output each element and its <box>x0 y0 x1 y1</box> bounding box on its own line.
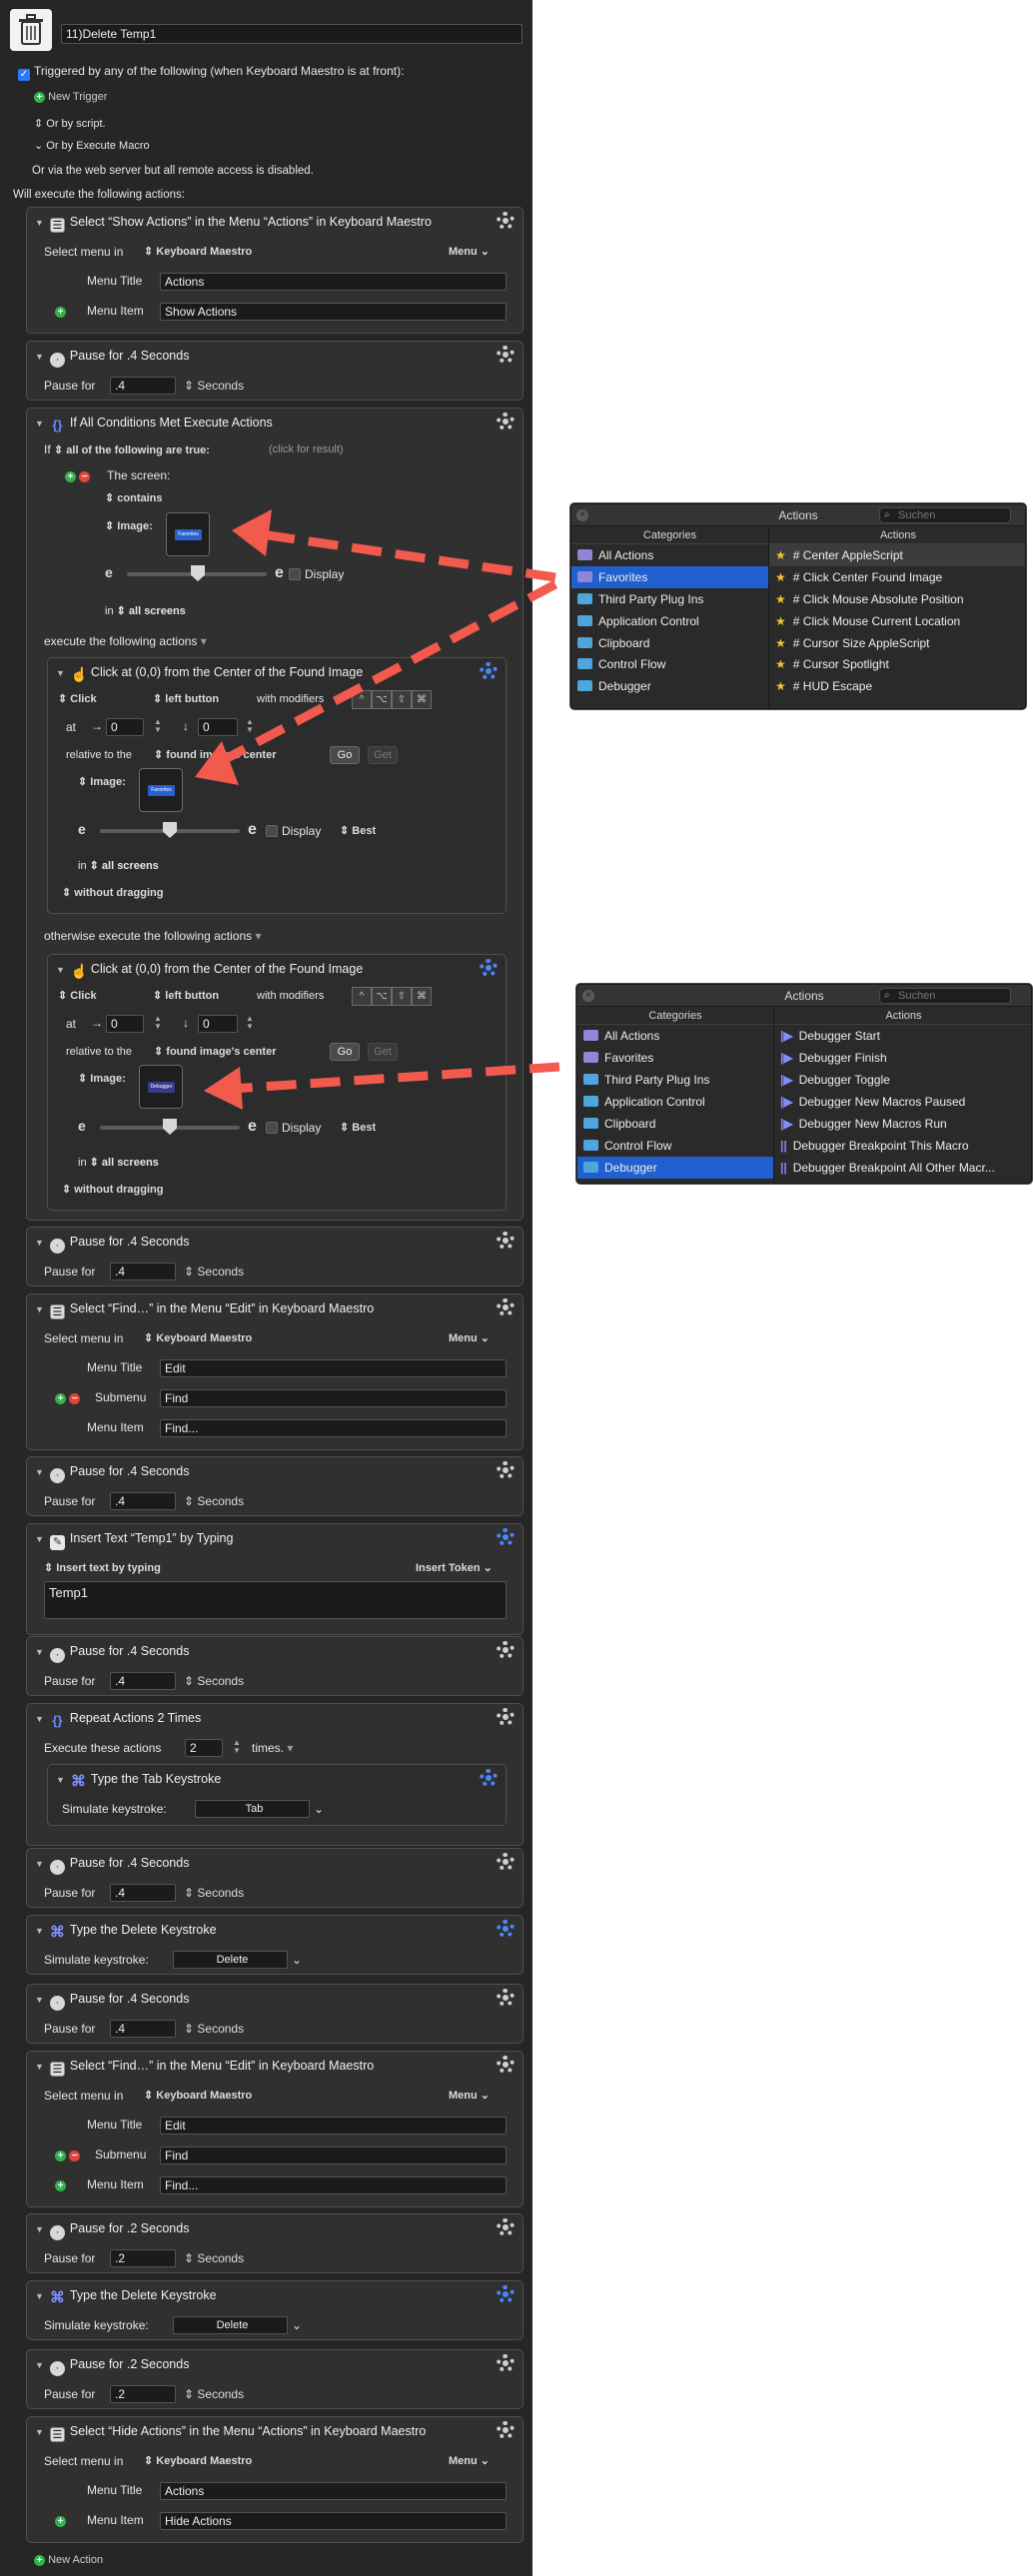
arrowhead <box>195 741 239 785</box>
arrowhead <box>204 1067 243 1110</box>
arrowhead <box>232 509 272 556</box>
annotation-arrows <box>195 509 560 1110</box>
arrow-line <box>261 529 556 582</box>
arrow-line <box>231 1062 560 1094</box>
arrow-line <box>215 580 558 767</box>
